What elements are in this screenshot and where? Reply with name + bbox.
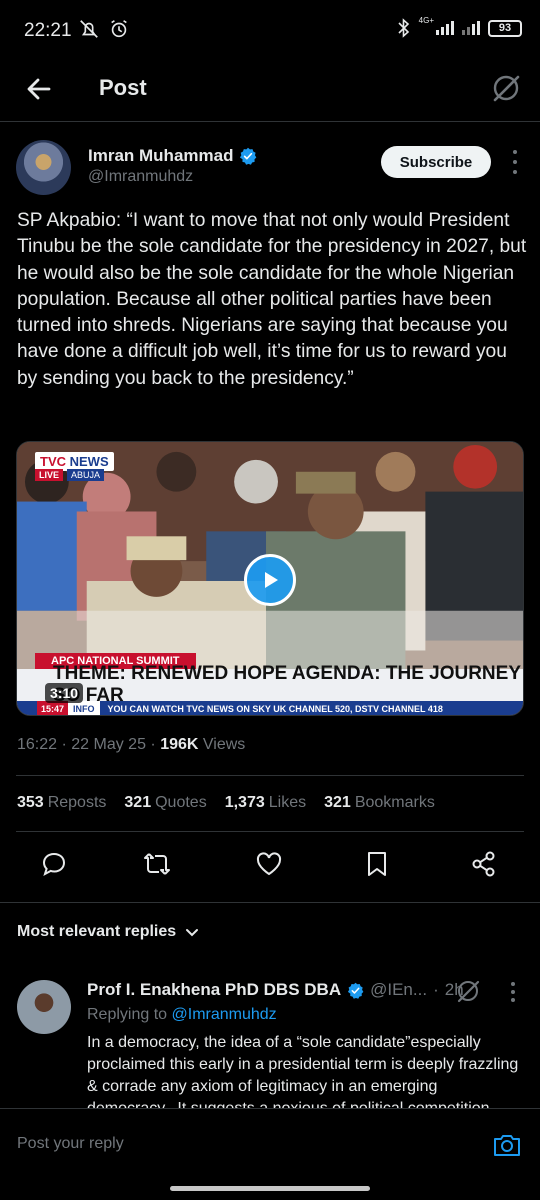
reply-author-handle[interactable]: @IEn...	[370, 980, 427, 1000]
post-meta: 16:22 · 22 May 25 · 196K Views	[17, 736, 246, 753]
author-avatar[interactable]	[16, 140, 71, 195]
bluetooth-icon	[398, 18, 409, 38]
comment-icon	[42, 852, 66, 877]
author-name[interactable]: Imran Muhammad	[88, 146, 233, 166]
location-tag: ABUJA	[67, 469, 105, 481]
quotes-stat[interactable]: 321 Quotes	[124, 794, 206, 812]
reply-more-button[interactable]	[508, 982, 518, 1002]
more-options-button[interactable]	[510, 150, 520, 174]
more-dot	[513, 160, 517, 164]
battery-icon: 93	[488, 19, 522, 37]
ticker-text: YOU CAN WATCH TVC NEWS ON SKY UK CHANNEL…	[107, 704, 443, 714]
author-name-row[interactable]: Imran Muhammad	[88, 146, 257, 166]
ticker-time: 15:47	[37, 701, 69, 715]
reposts-count: 353	[17, 794, 44, 811]
divider	[16, 775, 524, 776]
heart-icon	[256, 852, 282, 876]
reply-author-name[interactable]: Prof I. Enakhena PhD DBS DBA	[87, 980, 341, 1000]
divider	[16, 831, 524, 832]
reply-text: In a democracy, the idea of a “sole cand…	[87, 1034, 519, 1108]
network-label: 4G+	[418, 16, 434, 25]
more-dot	[513, 150, 517, 154]
bookmarks-count: 321	[324, 794, 351, 811]
reply-grok-button[interactable]	[455, 978, 481, 1004]
reply-button[interactable]	[40, 850, 70, 880]
grok-icon	[457, 980, 480, 1003]
bookmarks-label: Bookmarks	[354, 794, 435, 811]
replying-to-label: Replying to	[87, 1006, 168, 1023]
alarm-icon	[111, 20, 127, 38]
top-app-bar: Post	[0, 62, 540, 122]
reply-avatar[interactable]	[17, 980, 71, 1034]
camera-icon	[494, 1135, 520, 1156]
replies-sort-label: Most relevant replies	[17, 923, 177, 940]
video-duration: 3:10	[45, 683, 84, 703]
status-bar: 22:21 4G+ 93	[0, 0, 540, 62]
share-icon	[472, 851, 495, 877]
signal-bars-icon	[462, 21, 480, 35]
tvc-logo-text: TVC	[40, 454, 66, 469]
back-button[interactable]	[22, 72, 56, 106]
reply-header: Prof I. Enakhena PhD DBS DBA @IEn... · 2…	[87, 980, 464, 1000]
more-dot	[511, 990, 515, 994]
post-stats: 353 Reposts 321 Quotes 1,373 Likes 321 Bookm…	[17, 794, 435, 812]
chevron-down-icon	[186, 929, 199, 937]
like-button[interactable]	[255, 850, 285, 880]
status-time: 22:21	[24, 20, 72, 41]
more-dot	[511, 998, 515, 1002]
reposts-label: Reposts	[47, 794, 107, 811]
mute-notifications-icon	[80, 20, 98, 38]
news-logo-text: NEWS	[69, 454, 109, 469]
reposts-stat[interactable]: 353 Reposts	[17, 794, 106, 812]
repost-icon	[144, 853, 170, 875]
divider	[0, 902, 540, 903]
grok-icon	[493, 75, 520, 102]
play-button[interactable]	[244, 554, 296, 606]
replying-to-handle[interactable]: @Imranmuhdz	[172, 1006, 277, 1023]
subscribe-button[interactable]: Subscribe	[381, 146, 491, 178]
verified-badge-icon	[240, 147, 257, 165]
home-indicator[interactable]	[170, 1186, 370, 1191]
views-count: 196K	[160, 736, 199, 753]
replying-to: Replying to @Imranmuhdz	[87, 1006, 277, 1024]
signal-4g-icon: 4G+	[419, 16, 454, 35]
play-icon	[265, 572, 278, 588]
more-dot	[513, 170, 517, 174]
camera-button[interactable]	[492, 1131, 522, 1159]
reply-time-separator: ·	[433, 980, 439, 999]
likes-count: 1,373	[224, 794, 265, 811]
post-time: 16:22	[17, 736, 58, 753]
arrow-left-icon	[27, 78, 51, 100]
share-button[interactable]	[470, 850, 500, 880]
post-actions	[0, 850, 540, 884]
reply-compose-bar: Post your reply	[0, 1108, 540, 1178]
likes-stat[interactable]: 1,373 Likes	[225, 794, 306, 812]
quotes-label: Quotes	[155, 794, 207, 811]
author-handle[interactable]: @Imranmuhdz	[88, 168, 193, 186]
quotes-count: 321	[124, 794, 152, 811]
bookmark-button[interactable]	[364, 850, 394, 880]
post-date: 22 May 25	[71, 736, 146, 753]
theme-band: THEME: RENEWED HOPE AGENDA: THE JOURNEY …	[17, 663, 523, 706]
reply-input[interactable]: Post your reply	[17, 1135, 124, 1153]
bookmark-icon	[368, 852, 386, 876]
status-icons-left	[78, 18, 130, 40]
views-label: Views	[202, 736, 246, 753]
grok-button[interactable]	[490, 72, 522, 104]
live-tag: LIVE	[35, 469, 64, 481]
ticker-info: INFO	[68, 701, 100, 715]
verified-badge-icon	[348, 982, 364, 999]
bookmarks-stat[interactable]: 321 Bookmarks	[324, 794, 435, 812]
news-ticker: 15:47 INFO YOU CAN WATCH TVC NEWS ON SKY…	[17, 701, 523, 715]
replies-sort-dropdown[interactable]: Most relevant replies	[17, 923, 200, 941]
likes-label: Likes	[268, 794, 307, 811]
video-media[interactable]: TVC NEWS LIVE ABUJA APC NATIONAL SUMMIT …	[16, 441, 524, 716]
repost-button[interactable]	[142, 850, 172, 880]
more-dot	[511, 982, 515, 986]
post-text: SP Akpabio: “I want to move that not onl…	[17, 210, 527, 389]
status-icons-right: 4G+ 93	[397, 16, 522, 38]
page-title: Post	[99, 75, 147, 100]
